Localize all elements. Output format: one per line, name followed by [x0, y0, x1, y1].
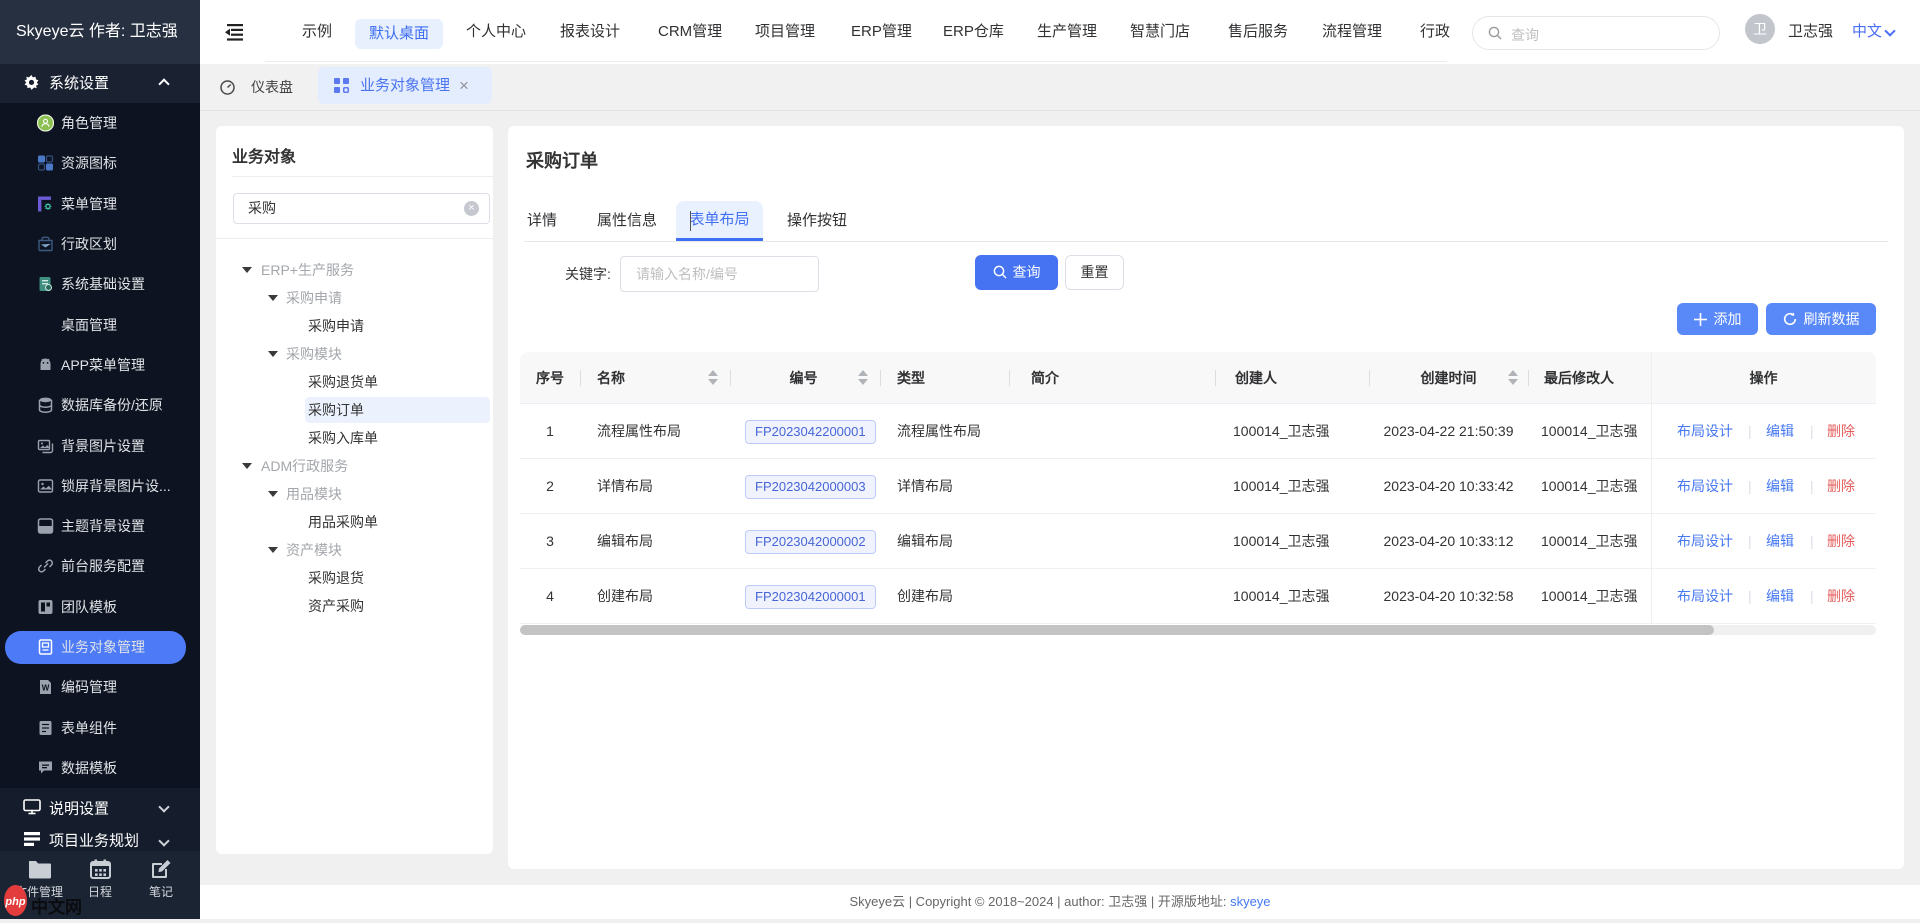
svg-text:W: W [42, 684, 50, 693]
svg-text:php: php [4, 896, 25, 908]
svg-text:中文网: 中文网 [31, 897, 82, 917]
